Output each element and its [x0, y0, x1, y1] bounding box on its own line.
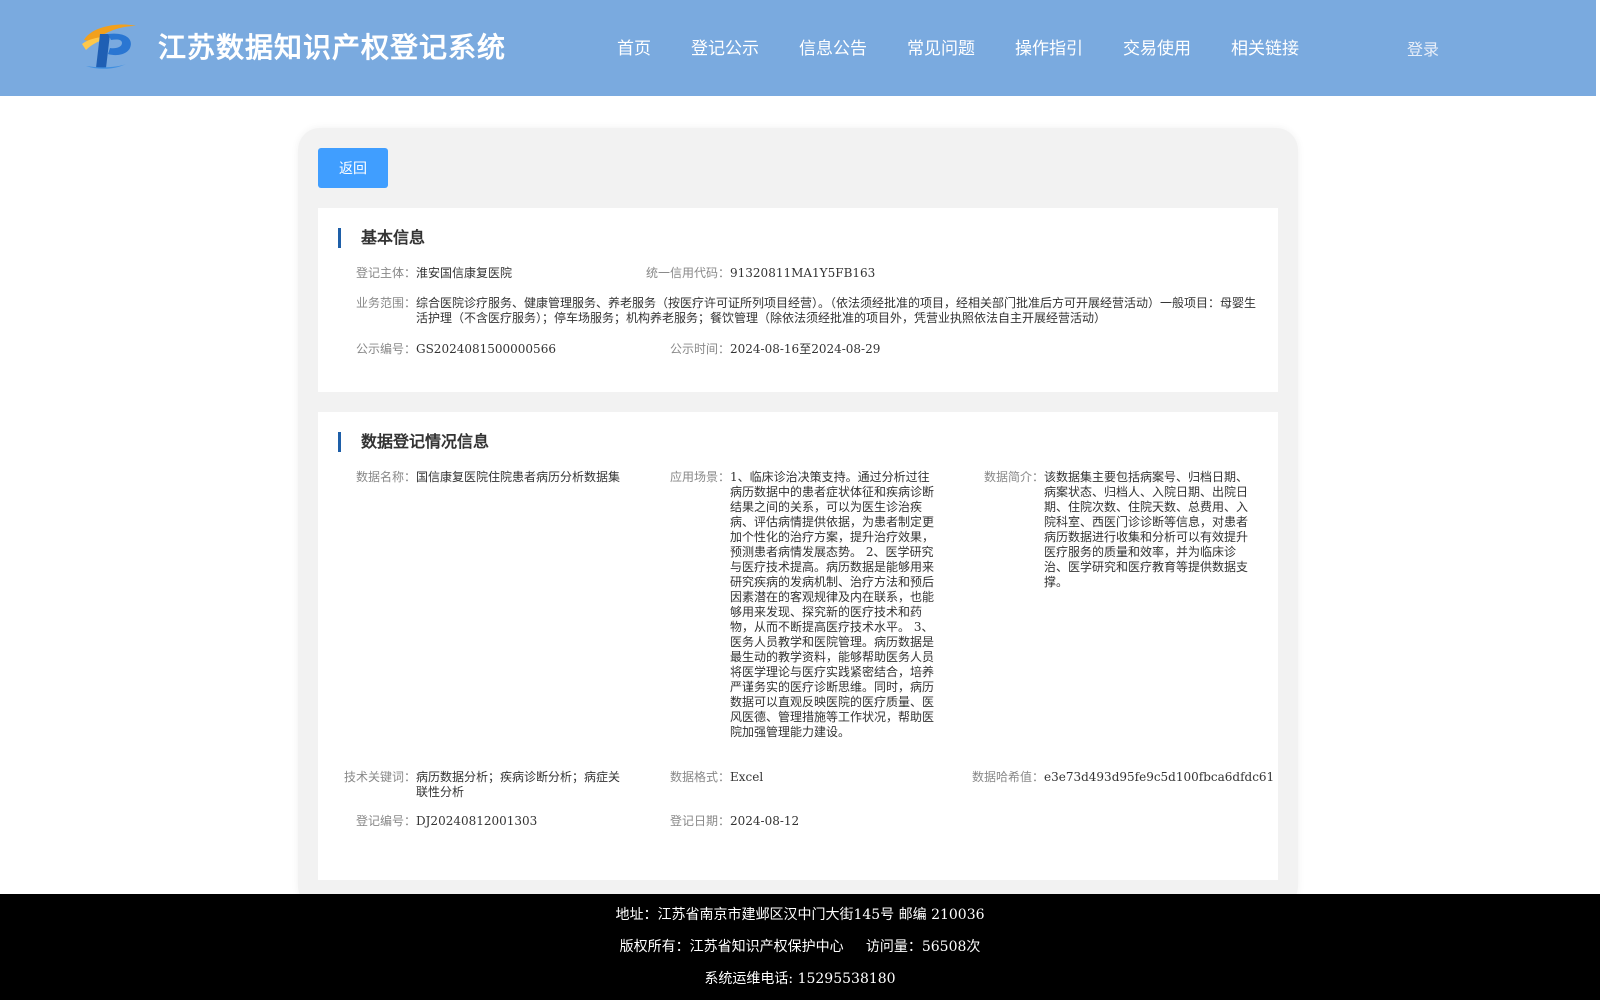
field-label: 技术关键词：	[344, 770, 417, 784]
field-label: 公示时间：	[670, 342, 731, 356]
field-tech-keywords: 技术关键词： 病历数据分析；疾病诊断分析；病症关联性分析	[344, 770, 620, 800]
field-value: 综合医院诊疗服务、健康管理服务、养老服务（按医疗许可证所列项目经营）。（依法须经…	[416, 296, 1257, 325]
field-label: 数据哈希值：	[972, 770, 1045, 784]
main-nav: 首页 登记公示 信息公告 常见问题 操作指引 交易使用 相关链接	[617, 34, 1339, 59]
site-logo-icon[interactable]	[80, 20, 140, 72]
footer: 地址：江苏省南京市建邺区汉中门大街145号 邮编 210036 版权所有：江苏省…	[0, 894, 1600, 1000]
field-data-intro: 数据简介： 该数据集主要包括病案号、归档日期、病案状态、归档人、入院日期、出院日…	[984, 470, 1248, 590]
field-value: Excel	[730, 770, 764, 784]
field-data-hash: 数据哈希值： e3e73d493d95fe9c5d100fbca6dfdc61	[972, 770, 1274, 785]
footer-phone: 系统运维电话: 15295538180	[704, 971, 896, 987]
field-label: 业务范围：	[356, 296, 417, 310]
site-title: 江苏数据知识产权登记系统	[158, 31, 507, 64]
nav-item-links[interactable]: 相关链接	[1231, 34, 1299, 59]
field-publication-time: 公示时间： 2024-08-16至2024-08-29	[670, 342, 880, 357]
field-value: 国信康复医院住院患者病历分析数据集	[416, 470, 621, 484]
field-publication-no: 公示编号： GS2024081500000566	[356, 342, 556, 357]
nav-item-guide[interactable]: 操作指引	[1015, 34, 1083, 59]
field-value: 1、临床诊治决策支持。通过分析过往病历数据中的患者症状体征和疾病诊断结果之间的关…	[730, 470, 935, 739]
nav-item-info-announcement[interactable]: 信息公告	[799, 34, 867, 59]
detail-panel: 返回 基本信息 登记主体： 淮安国信康复医院 统一信用代码： 91320811M…	[298, 128, 1298, 908]
field-label: 应用场景：	[670, 470, 731, 484]
field-label: 统一信用代码：	[646, 266, 731, 280]
field-application-scene: 应用场景： 1、临床诊治决策支持。通过分析过往病历数据中的患者症状体征和疾病诊断…	[670, 470, 934, 740]
nav-item-faq[interactable]: 常见问题	[907, 34, 975, 59]
field-value: 91320811MA1Y5FB163	[730, 266, 876, 280]
footer-copyright: 版权所有：江苏省知识产权保护中心 访问量：56508次	[619, 939, 981, 955]
field-business-scope: 业务范围： 综合医院诊疗服务、健康管理服务、养老服务（按医疗许可证所列项目经营）…	[356, 296, 1256, 326]
footer-address: 地址：江苏省南京市建邺区汉中门大街145号 邮编 210036	[615, 907, 985, 923]
section-title-data: 数据登记情况信息	[338, 432, 489, 452]
field-value: 2024-08-16至2024-08-29	[730, 342, 881, 356]
field-value: e3e73d493d95fe9c5d100fbca6dfdc61	[1044, 770, 1275, 784]
section-title-basic: 基本信息	[338, 228, 425, 248]
field-credit-code: 统一信用代码： 91320811MA1Y5FB163	[646, 266, 875, 281]
field-value: GS2024081500000566	[416, 342, 556, 356]
nav-item-trade-use[interactable]: 交易使用	[1123, 34, 1191, 59]
field-subject: 登记主体： 淮安国信康复医院	[356, 266, 512, 281]
data-registration-card: 数据登记情况信息 数据名称： 国信康复医院住院患者病历分析数据集 应用场景： 1…	[318, 412, 1278, 880]
field-value: 2024-08-12	[730, 814, 800, 828]
field-label: 数据格式：	[670, 770, 731, 784]
back-button[interactable]: 返回	[318, 148, 388, 188]
field-label: 数据名称：	[356, 470, 417, 484]
field-label: 数据简介：	[984, 470, 1045, 484]
header-bar: 江苏数据知识产权登记系统 首页 登记公示 信息公告 常见问题 操作指引 交易使用…	[0, 0, 1596, 96]
field-data-format: 数据格式： Excel	[670, 770, 763, 785]
field-registration-no: 登记编号： DJ20240812001303	[356, 814, 537, 829]
basic-info-card: 基本信息 登记主体： 淮安国信康复医院 统一信用代码： 91320811MA1Y…	[318, 208, 1278, 392]
field-data-name: 数据名称： 国信康复医院住院患者病历分析数据集	[356, 470, 620, 485]
field-value: DJ20240812001303	[416, 814, 538, 828]
field-value: 病历数据分析；疾病诊断分析；病症关联性分析	[416, 770, 621, 799]
field-label: 公示编号：	[356, 342, 417, 356]
field-value: 淮安国信康复医院	[416, 266, 513, 280]
field-value: 该数据集主要包括病案号、归档日期、病案状态、归档人、入院日期、出院日期、住院次数…	[1044, 470, 1249, 589]
login-link[interactable]: 登录	[1407, 36, 1439, 60]
field-label: 登记主体：	[356, 266, 417, 280]
field-label: 登记日期：	[670, 814, 731, 828]
nav-item-home[interactable]: 首页	[617, 34, 651, 59]
field-label: 登记编号：	[356, 814, 417, 828]
field-registration-date: 登记日期： 2024-08-12	[670, 814, 799, 829]
nav-item-registration-notice[interactable]: 登记公示	[691, 34, 759, 59]
